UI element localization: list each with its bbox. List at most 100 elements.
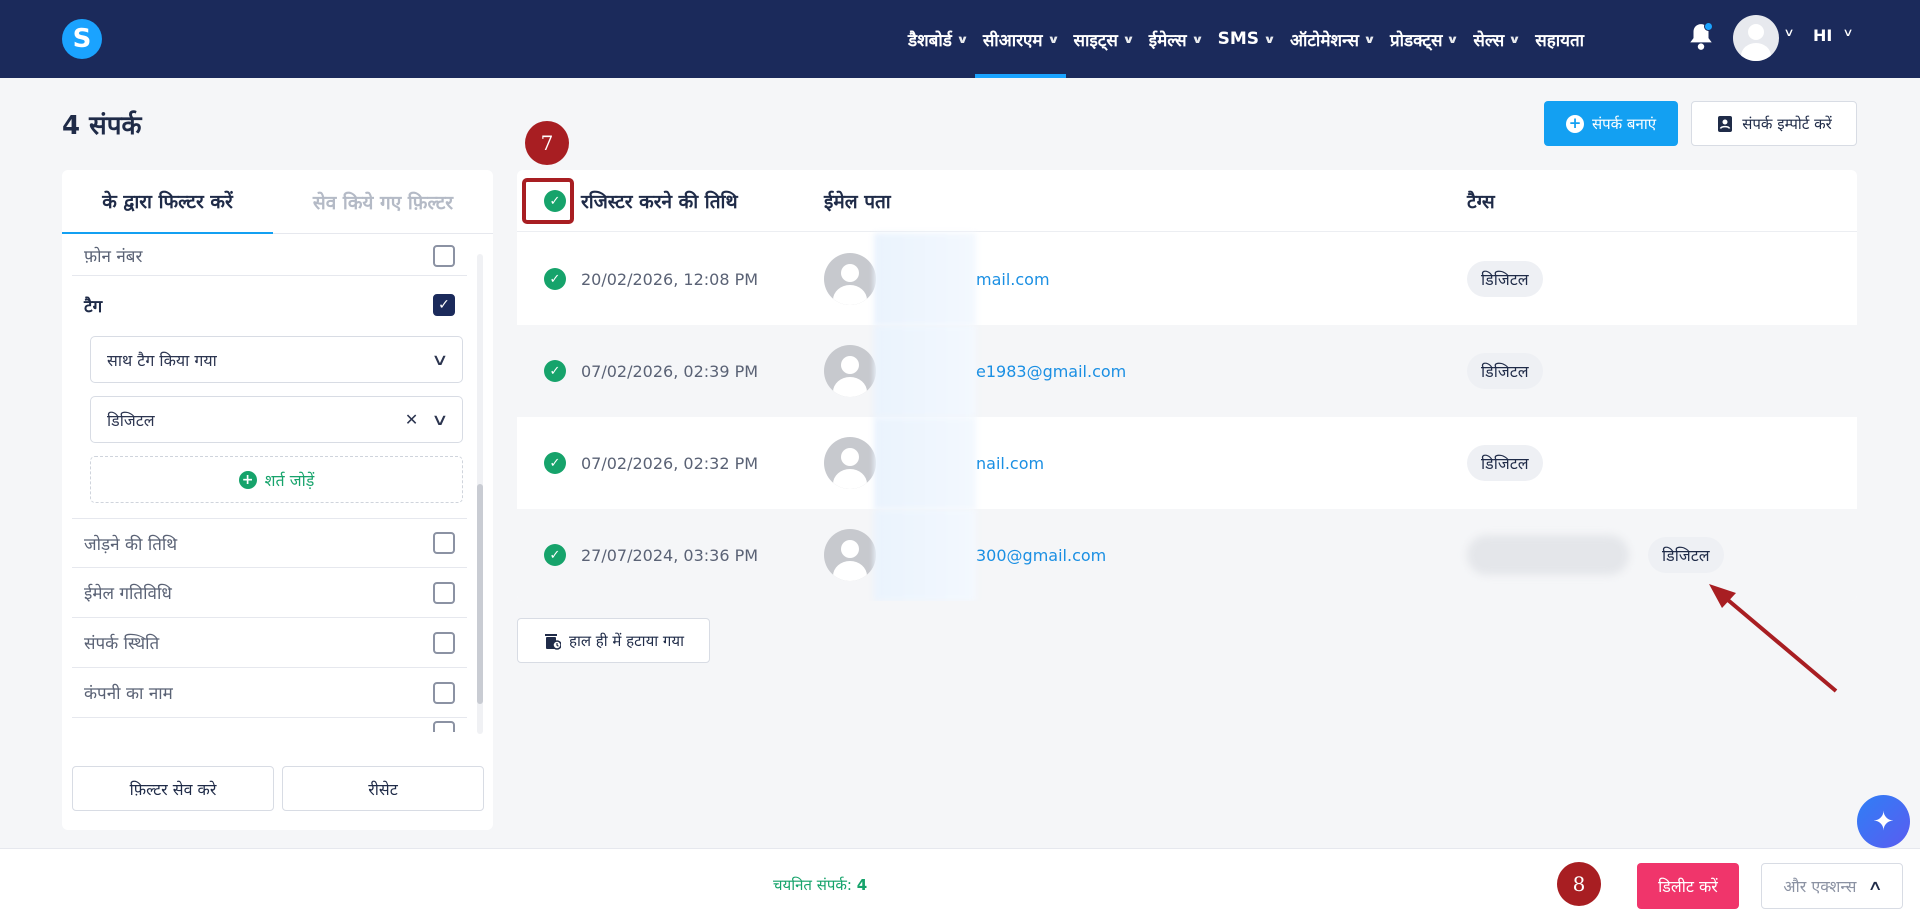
checkbox[interactable] bbox=[433, 631, 455, 654]
filter-option-label: फ़ोन नंबर bbox=[84, 247, 143, 267]
create-contact-button[interactable]: + संपर्क बनाएं bbox=[1544, 101, 1678, 146]
nav-label: SMS bbox=[1217, 29, 1260, 49]
annotation-step-7: 7 bbox=[525, 121, 569, 165]
bottom-action-bar: चयनित संपर्क: 4 8 डिलीट करें और एक्शन्स … bbox=[0, 848, 1920, 922]
button-label: संपर्क बनाएं bbox=[1591, 114, 1657, 133]
recently-removed-button[interactable]: हाल ही में हटाया गया bbox=[517, 618, 710, 663]
checkbox[interactable] bbox=[433, 532, 455, 554]
nav-label: ऑटोमेशन्स bbox=[1289, 30, 1360, 51]
filter-option-tag[interactable]: टैग ✓ bbox=[72, 284, 467, 326]
plus-circle-icon: + bbox=[1565, 114, 1584, 133]
nav-item-emails[interactable]: ईमेल्स ∨ bbox=[1141, 0, 1210, 78]
filter-scrollbar-thumb[interactable] bbox=[477, 484, 483, 704]
nav-item-products[interactable]: प्रोडक्ट्स ∨ bbox=[1382, 0, 1465, 78]
filter-option-date-added[interactable]: जोड़ने की तिथि bbox=[72, 518, 467, 568]
chevron-down-icon: ∨ bbox=[1190, 32, 1204, 46]
row-checkbox[interactable]: ✓ bbox=[544, 452, 566, 474]
filter-option-label: कंपनी का नाम bbox=[84, 684, 173, 704]
tag-value-select[interactable]: डिजिटल ✕ ∨ bbox=[90, 396, 463, 443]
chevron-down-icon[interactable]: ∨ bbox=[1842, 26, 1853, 39]
annotation-arrow-icon bbox=[1709, 584, 1838, 693]
ai-assistant-sparkle-icon[interactable]: ✦ bbox=[1857, 795, 1910, 848]
filter-option-phone[interactable]: फ़ोन नंबर bbox=[72, 236, 467, 276]
select-value: साथ टैग किया गया bbox=[107, 350, 217, 370]
chevron-down-icon: ∨ bbox=[1508, 32, 1521, 46]
register-date: 07/02/2026, 02:32 PM bbox=[581, 453, 759, 473]
checkbox-checked[interactable]: ✓ bbox=[433, 294, 455, 316]
checkbox[interactable] bbox=[433, 681, 455, 704]
nav-item-sites[interactable]: साइट्स ∨ bbox=[1066, 0, 1141, 78]
nav-label: प्रोडक्ट्स bbox=[1389, 30, 1443, 51]
column-header-email[interactable]: ईमेल पता bbox=[824, 188, 891, 214]
reset-button[interactable]: रीसेट bbox=[282, 766, 484, 811]
button-label: हाल ही में हटाया गया bbox=[569, 631, 684, 650]
tab-filter-by[interactable]: के द्वारा फिल्टर करें bbox=[62, 170, 273, 234]
app-logo[interactable]: S bbox=[62, 19, 102, 59]
redacted-tag bbox=[1467, 535, 1629, 575]
language-selector[interactable]: HI bbox=[1813, 26, 1832, 45]
checkbox[interactable] bbox=[433, 581, 455, 604]
email-link[interactable]: nail.com bbox=[976, 454, 1044, 473]
user-avatar[interactable] bbox=[1733, 15, 1779, 61]
nav-label: ईमेल्स bbox=[1148, 30, 1187, 51]
add-condition-button[interactable]: + शर्त जोड़ें bbox=[90, 456, 463, 503]
tag-chip: डिजिटल bbox=[1467, 261, 1543, 297]
email-link[interactable]: e1983@gmail.com bbox=[976, 362, 1126, 381]
more-actions-button[interactable]: और एक्शन्स ∧ bbox=[1761, 863, 1903, 909]
contact-book-icon bbox=[1718, 115, 1733, 132]
register-date: 27/07/2024, 03:36 PM bbox=[581, 545, 759, 565]
checkbox[interactable] bbox=[433, 244, 455, 267]
filter-option-label: टैग bbox=[84, 296, 103, 317]
trash-clock-icon bbox=[545, 633, 562, 650]
nav-item-sms[interactable]: SMS ∨ bbox=[1210, 0, 1282, 78]
table-row[interactable]: ✓ 20/02/2026, 12:08 PM mail.com डिजिटल bbox=[517, 233, 1857, 325]
filter-option-contact-status[interactable]: संपर्क स्थिति bbox=[72, 618, 467, 668]
chevron-down-icon[interactable]: ∨ bbox=[1783, 26, 1794, 39]
chevron-up-icon: ∧ bbox=[1867, 878, 1884, 894]
table-row[interactable]: ✓ 07/02/2026, 02:39 PM e1983@gmail.com ड… bbox=[517, 325, 1857, 417]
button-label: और एक्शन्स bbox=[1783, 877, 1857, 896]
redacted-email bbox=[874, 417, 976, 509]
email-link[interactable]: mail.com bbox=[976, 270, 1050, 289]
filter-option-email-activity[interactable]: ईमेल गतिविधि bbox=[72, 568, 467, 618]
nav-menu: डैशबोर्ड ∨ सीआरएम ∨ साइट्स ∨ ईमेल्स ∨ SMS ∨ ऑ… bbox=[900, 0, 1592, 78]
chevron-down-icon: ∨ bbox=[431, 410, 449, 429]
tag-condition-select[interactable]: साथ टैग किया गया ∨ bbox=[90, 336, 463, 383]
chevron-down-icon: ∨ bbox=[1122, 32, 1135, 46]
redacted-email bbox=[874, 233, 976, 325]
annotation-highlight-box bbox=[522, 178, 574, 224]
chevron-down-icon: ∨ bbox=[1046, 32, 1060, 46]
row-checkbox[interactable]: ✓ bbox=[544, 544, 566, 566]
contact-avatar bbox=[824, 253, 876, 305]
clear-icon[interactable]: ✕ bbox=[405, 410, 418, 429]
import-contacts-button[interactable]: संपर्क इम्पोर्ट करें bbox=[1691, 101, 1857, 146]
tag-chip: डिजिटल bbox=[1467, 445, 1543, 481]
checkbox bbox=[433, 721, 455, 732]
nav-item-dashboard[interactable]: डैशबोर्ड ∨ bbox=[900, 0, 975, 78]
delete-button[interactable]: डिलीट करें bbox=[1637, 863, 1739, 909]
nav-item-automations[interactable]: ऑटोमेशन्स ∨ bbox=[1282, 0, 1382, 78]
nav-item-sales[interactable]: सेल्स ∨ bbox=[1465, 0, 1527, 78]
table-row[interactable]: ✓ 27/07/2024, 03:36 PM 300@gmail.com डिज… bbox=[517, 509, 1857, 601]
nav-item-help[interactable]: सहायता bbox=[1527, 0, 1592, 78]
redacted-email bbox=[874, 325, 976, 417]
nav-item-crm[interactable]: सीआरएम ∨ bbox=[974, 0, 1066, 78]
chevron-down-icon: ∨ bbox=[1446, 32, 1460, 46]
column-header-date[interactable]: रजिस्टर करने की तिथि bbox=[581, 188, 738, 214]
button-label: संपर्क इम्पोर्ट करें bbox=[1742, 114, 1832, 133]
notification-dot bbox=[1704, 22, 1713, 31]
tab-saved-filters[interactable]: सेव किये गए फ़िल्टर bbox=[273, 170, 493, 234]
filter-option-partial bbox=[72, 718, 467, 732]
tag-chip: डिजिटल bbox=[1467, 353, 1543, 389]
column-header-tags[interactable]: टैग्स bbox=[1467, 188, 1495, 214]
email-link[interactable]: 300@gmail.com bbox=[976, 546, 1106, 565]
save-filter-button[interactable]: फ़िल्टर सेव करे bbox=[72, 766, 274, 811]
filter-option-company-name[interactable]: कंपनी का नाम bbox=[72, 668, 467, 718]
table-row[interactable]: ✓ 07/02/2026, 02:32 PM nail.com डिजिटल bbox=[517, 417, 1857, 509]
filter-option-label: संपर्क स्थिति bbox=[84, 634, 160, 654]
selected-contacts-count: चयनित संपर्क: 4 bbox=[773, 875, 867, 895]
register-date: 07/02/2026, 02:39 PM bbox=[581, 361, 759, 381]
row-checkbox[interactable]: ✓ bbox=[544, 268, 566, 290]
nav-label: साइट्स bbox=[1073, 30, 1118, 51]
row-checkbox[interactable]: ✓ bbox=[544, 360, 566, 382]
